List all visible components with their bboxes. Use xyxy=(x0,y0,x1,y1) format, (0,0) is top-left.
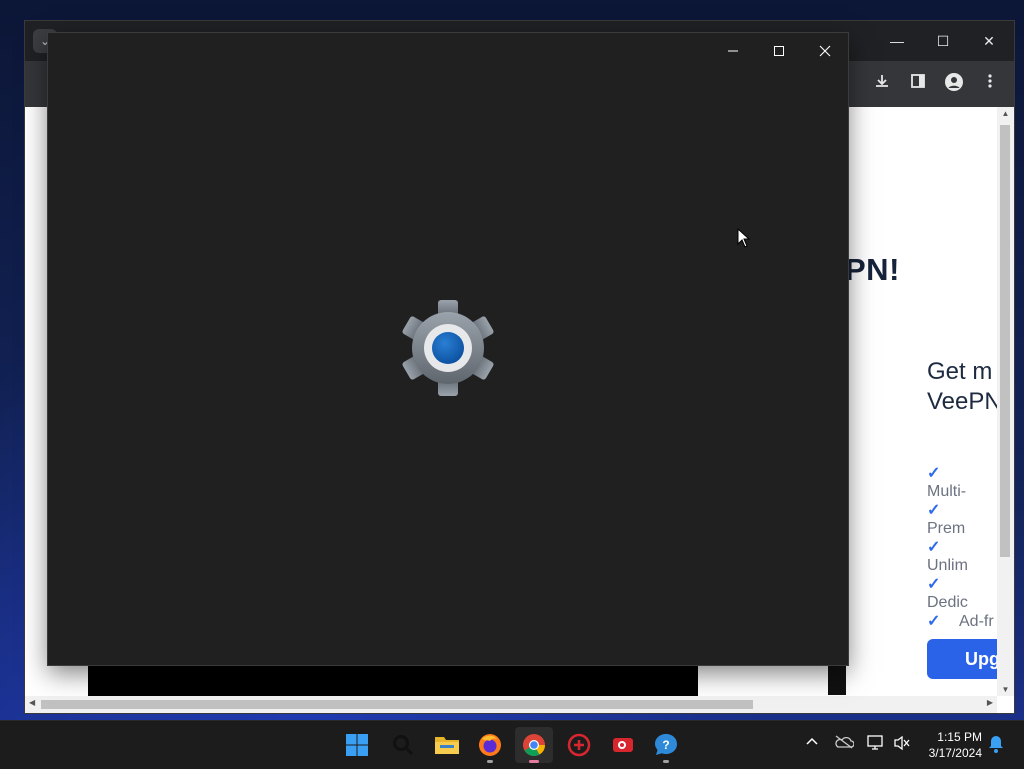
upgrade-button[interactable]: Upg xyxy=(927,639,997,679)
chrome-close-button[interactable]: ✕ xyxy=(967,29,1011,53)
chrome-maximize-button[interactable]: ☐ xyxy=(921,29,965,53)
windows-logo-icon xyxy=(346,734,368,756)
settings-maximize-button[interactable] xyxy=(756,37,802,67)
feature-item: ✓Multi- xyxy=(927,465,967,500)
running-indicator xyxy=(663,760,669,763)
red-app-button[interactable] xyxy=(560,727,598,763)
settings-window xyxy=(48,33,848,665)
running-indicator xyxy=(487,760,493,763)
horizontal-scroll-thumb[interactable] xyxy=(41,700,753,709)
folder-icon xyxy=(435,737,459,754)
gear-icon xyxy=(402,300,494,396)
check-icon: ✓ xyxy=(927,502,941,519)
red-app-icon xyxy=(567,733,591,757)
vertical-scroll-thumb[interactable] xyxy=(1000,125,1010,557)
embedded-media-strip xyxy=(88,665,698,696)
clock-time: 1:15 PM xyxy=(937,730,982,744)
firefox-icon xyxy=(479,734,501,756)
camera-app-button[interactable] xyxy=(604,727,642,763)
page-headline: PN! xyxy=(845,252,900,287)
offer-title-line-1: Get m xyxy=(927,358,993,385)
settings-minimize-button[interactable] xyxy=(710,37,756,67)
download-icon[interactable] xyxy=(870,73,894,97)
volume-muted-icon[interactable] xyxy=(892,735,912,755)
chevron-up-icon[interactable] xyxy=(802,735,822,755)
embedded-dark-block xyxy=(828,665,846,695)
side-panel-icon[interactable] xyxy=(906,73,930,97)
firefox-button[interactable] xyxy=(471,727,509,763)
clock-date: 3/17/2024 xyxy=(928,746,982,760)
check-icon: ✓ xyxy=(927,576,941,593)
chrome-button[interactable] xyxy=(515,727,553,763)
settings-close-button[interactable] xyxy=(802,37,848,67)
feature-item: ✓ Ad-fr xyxy=(927,613,994,630)
svg-text:?: ? xyxy=(662,738,669,752)
file-explorer-button[interactable] xyxy=(427,727,465,763)
check-icon: ✓ xyxy=(927,539,941,556)
search-button[interactable] xyxy=(384,727,422,763)
offer-title-line-2: VeePN xyxy=(927,388,997,415)
notification-bell-icon[interactable] xyxy=(986,735,1006,755)
chrome-minimize-button[interactable]: — xyxy=(875,29,919,53)
mouse-cursor-icon xyxy=(737,228,751,248)
help-icon: ? xyxy=(655,734,677,755)
camera-app-icon xyxy=(613,738,633,752)
more-menu-icon[interactable] xyxy=(978,73,1002,97)
feature-item: ✓Dedic xyxy=(927,576,968,611)
feature-item: ✓Unlim xyxy=(927,539,968,574)
offer-card-title: Get m VeePN xyxy=(927,357,997,417)
running-indicator xyxy=(529,760,539,763)
vertical-scrollbar[interactable]: ▲ ▼ xyxy=(997,107,1014,696)
scroll-left-icon[interactable]: ◀ xyxy=(29,698,35,707)
scroll-down-icon[interactable]: ▼ xyxy=(997,685,1014,694)
check-icon: ✓ xyxy=(927,465,941,482)
search-icon xyxy=(393,735,414,756)
onedrive-icon[interactable] xyxy=(834,735,855,755)
check-icon: ✓ xyxy=(927,613,941,630)
start-button[interactable] xyxy=(338,727,376,763)
system-clock[interactable]: 1:15 PM 3/17/2024 xyxy=(918,729,982,761)
network-icon[interactable] xyxy=(866,735,886,755)
feature-item: ✓Prem xyxy=(927,502,966,537)
chrome-icon xyxy=(523,734,545,756)
taskbar: ? 1:15 PM 3/17/2024 xyxy=(0,720,1024,769)
scroll-right-icon[interactable]: ▶ xyxy=(987,698,993,707)
scroll-up-icon[interactable]: ▲ xyxy=(997,109,1014,118)
horizontal-scrollbar[interactable]: ◀ ▶ xyxy=(25,696,997,713)
get-help-button[interactable]: ? xyxy=(647,727,685,763)
profile-icon[interactable] xyxy=(942,73,966,97)
